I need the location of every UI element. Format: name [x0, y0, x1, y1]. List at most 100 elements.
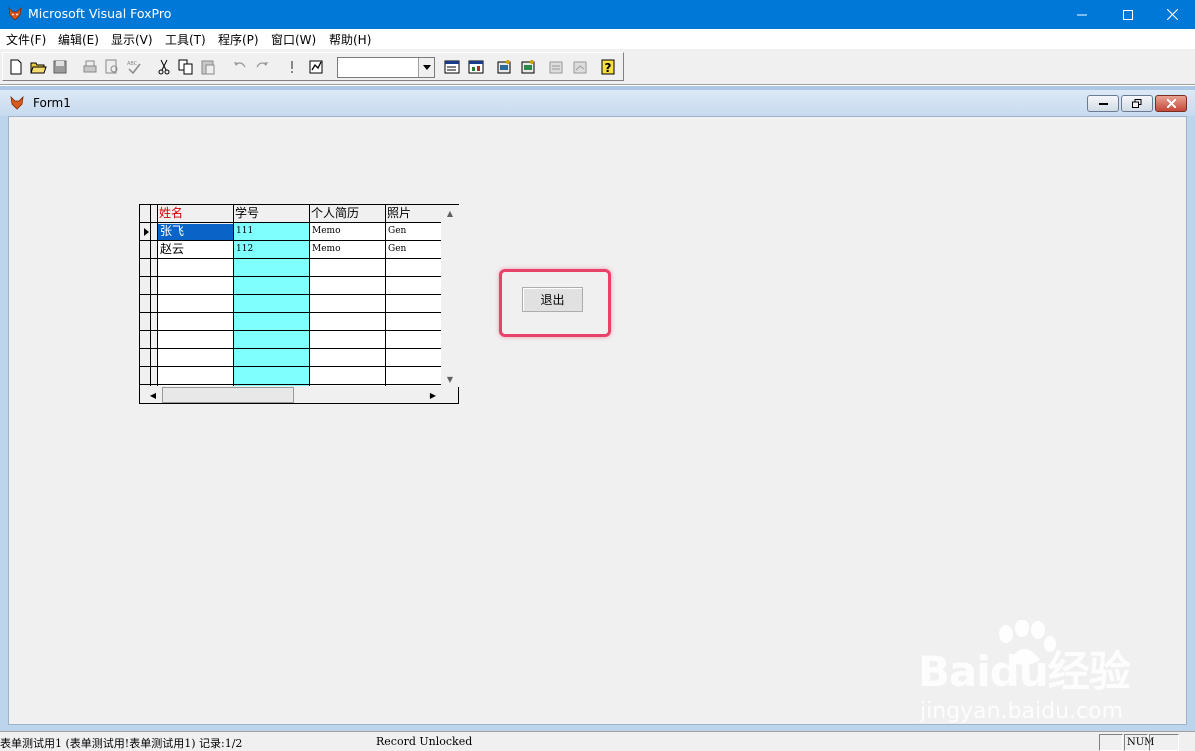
scroll-up-icon[interactable]: ▲ — [442, 205, 458, 221]
undo-icon — [234, 62, 246, 68]
cut-button[interactable] — [153, 56, 175, 78]
maximize-icon — [1123, 9, 1133, 20]
grid-header-photo[interactable]: 照片 — [385, 205, 441, 223]
copy-button[interactable] — [175, 56, 197, 78]
minimize-icon — [1098, 102, 1108, 105]
cut-icon — [158, 59, 170, 75]
watermark-logo-text: Baidu经验 — [918, 647, 1131, 696]
maximize-button[interactable] — [1105, 0, 1151, 29]
print-preview-icon — [105, 59, 118, 74]
copy-icon — [178, 59, 193, 75]
scroll-down-icon[interactable]: ▼ — [442, 371, 458, 387]
form-title: Form1 — [33, 96, 71, 110]
grid-cell-photo[interactable]: Gen — [385, 241, 441, 259]
minimize-button[interactable] — [1059, 0, 1105, 29]
grid-cell-photo[interactable]: Gen — [385, 223, 441, 241]
close-button[interactable] — [1149, 0, 1195, 29]
grid-cell-name[interactable]: 张飞 — [157, 223, 233, 241]
redo-icon — [256, 62, 268, 68]
grid-cell-resume[interactable]: Memo — [309, 223, 385, 241]
run-icon — [291, 61, 293, 73]
foxpro-app-icon — [8, 6, 22, 21]
menu-program[interactable]: 程序(P) — [218, 31, 259, 48]
form-wizard-icon — [497, 60, 511, 74]
undo-button[interactable] — [229, 56, 251, 78]
grid-horizontal-scrollbar[interactable]: ◀ ▶ — [145, 387, 443, 403]
form-title-bar: Form1 — [0, 90, 1195, 116]
scroll-left-icon[interactable]: ◀ — [145, 387, 161, 403]
modify-form-button[interactable] — [305, 56, 327, 78]
menu-view[interactable]: 显示(V) — [111, 31, 153, 48]
spell-check-button[interactable]: ABC — [123, 56, 145, 78]
title-bar: Microsoft Visual FoxPro — [0, 0, 1195, 29]
grid-cell-name[interactable]: 赵云 — [157, 241, 233, 259]
grid-header-id[interactable]: 学号 — [233, 205, 309, 223]
open-button[interactable] — [27, 56, 49, 78]
open-icon — [30, 62, 47, 74]
toolbar-combo[interactable] — [337, 57, 435, 78]
menu-file[interactable]: 文件(F) — [6, 31, 46, 48]
grid-cell-resume[interactable]: Memo — [309, 241, 385, 259]
form-window: Form1 姓名 学号 个人简历 照片 张飞 111 Memo Gen 赵云 1… — [0, 90, 1195, 731]
print-icon — [83, 60, 97, 73]
view-window-button[interactable] — [465, 56, 487, 78]
spell-check-icon: ABC — [127, 61, 141, 75]
print-preview-button[interactable] — [101, 56, 123, 78]
restore-icon — [1132, 99, 1142, 108]
form-restore-button[interactable] — [1121, 95, 1153, 112]
help-button[interactable]: ? — [597, 56, 619, 78]
new-button[interactable] — [5, 56, 27, 78]
window-title: Microsoft Visual FoxPro — [28, 6, 172, 21]
close-icon — [1166, 99, 1176, 108]
view-window-icon — [468, 60, 484, 74]
paste-button[interactable] — [197, 56, 219, 78]
paste-icon — [201, 60, 215, 75]
menu-tools[interactable]: 工具(T) — [165, 31, 206, 48]
chevron-down-icon[interactable] — [418, 58, 434, 77]
grid-cell-id[interactable]: 111 — [233, 223, 309, 241]
exit-button[interactable]: 退出 — [522, 287, 583, 312]
form-minimize-button[interactable] — [1087, 95, 1119, 112]
toolbar-area: ABC ? — [0, 49, 1195, 85]
grid-header-resume[interactable]: 个人简历 — [309, 205, 385, 223]
menu-help[interactable]: 帮助(H) — [329, 31, 371, 48]
report-wizard-button[interactable] — [517, 56, 539, 78]
report-wizard-icon — [521, 60, 535, 74]
status-num-lock: NUM — [1124, 734, 1154, 751]
grid-cell-id[interactable]: 112 — [233, 241, 309, 259]
autoreport-icon — [573, 61, 587, 74]
watermark-url: jingyan.baidu.com — [920, 699, 1124, 724]
help-icon: ? — [601, 59, 615, 75]
status-bar: 表单测试用1 (表单测试用!表单测试用1) 记录:1/2 Record Unlo… — [0, 731, 1195, 751]
status-lock-state: Record Unlocked — [376, 735, 473, 748]
svg-text:ABC: ABC — [127, 61, 138, 67]
vfp-desktop: Form1 姓名 学号 个人简历 照片 张飞 111 Memo Gen 赵云 1… — [0, 86, 1195, 731]
command-window-button[interactable] — [441, 56, 463, 78]
autoform-icon — [549, 61, 563, 74]
form-close-button[interactable] — [1155, 95, 1187, 112]
standard-toolbar: ABC ? — [2, 52, 624, 81]
minimize-icon — [1077, 14, 1087, 15]
status-panel-blank — [1099, 734, 1123, 751]
menu-edit[interactable]: 编辑(E) — [58, 31, 99, 48]
save-button[interactable] — [49, 56, 71, 78]
redo-button[interactable] — [251, 56, 273, 78]
new-icon — [10, 59, 22, 75]
grid-vertical-scrollbar[interactable]: ▲ ▼ — [442, 205, 459, 387]
grid-header-name[interactable]: 姓名 — [157, 205, 233, 223]
foxpro-form-icon — [10, 95, 24, 110]
form-wizard-button[interactable] — [493, 56, 515, 78]
print-button[interactable] — [79, 56, 101, 78]
autoform-button[interactable] — [545, 56, 567, 78]
data-grid[interactable]: 姓名 学号 个人简历 照片 张飞 111 Memo Gen 赵云 112 Mem… — [139, 204, 459, 404]
command-window-icon — [444, 60, 460, 74]
menu-window[interactable]: 窗口(W) — [271, 31, 316, 48]
autoreport-button[interactable] — [569, 56, 591, 78]
status-panel-blank-2 — [1149, 734, 1179, 751]
save-icon — [53, 60, 67, 74]
run-button[interactable] — [281, 56, 303, 78]
scroll-right-icon[interactable]: ▶ — [425, 387, 441, 403]
menu-bar: 文件(F) 编辑(E) 显示(V) 工具(T) 程序(P) 窗口(W) 帮助(H… — [0, 29, 1195, 49]
close-icon — [1166, 9, 1178, 20]
scroll-thumb[interactable] — [162, 387, 294, 403]
